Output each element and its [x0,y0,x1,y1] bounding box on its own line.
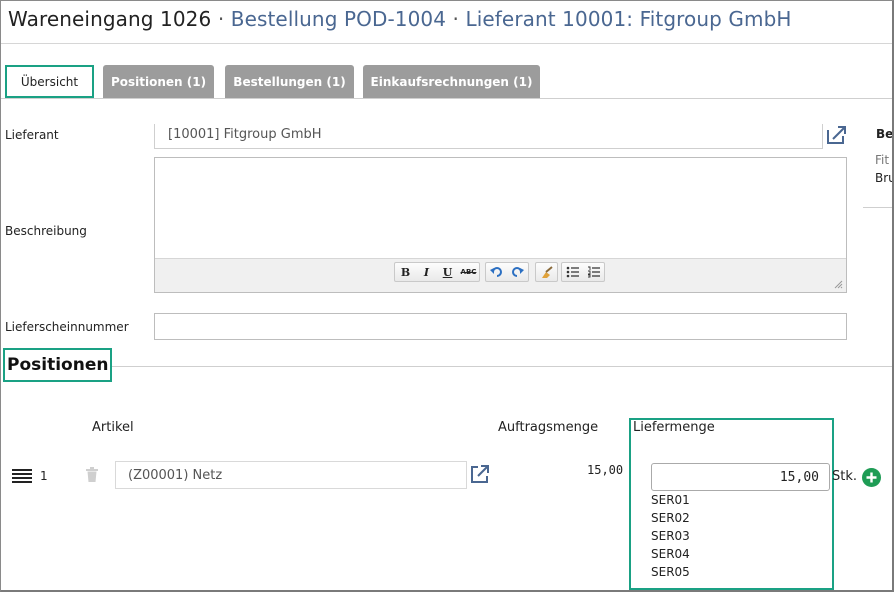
numbered-list-icon [587,266,600,278]
tab-positions[interactable]: Positionen (1) [103,65,214,98]
serial-number: SER01 [651,493,690,507]
side-panel-line: Bru [875,171,894,185]
section-divider [97,366,892,367]
redo-button[interactable] [507,263,528,281]
receipt-title: Wareneingang 1026 [8,7,212,31]
italic-button[interactable]: I [416,263,437,281]
column-header-order-quantity: Auftragsmenge [498,420,599,435]
article-field[interactable]: (Z00001) Netz [115,461,467,489]
eraser-icon [541,265,553,278]
undo-icon [490,267,502,277]
order-quantity: 15,00 [587,463,624,477]
description-label: Beschreibung [5,224,87,238]
delivery-note-input[interactable] [154,313,847,340]
header-divider [1,43,892,44]
format-group: B I U ABC [394,262,480,282]
column-header-delivery-quantity: Liefermenge [633,420,715,435]
editor-toolbar: B I U ABC [155,258,846,292]
side-panel-line: Fit [875,153,890,167]
tab-overview[interactable]: Übersicht [5,65,94,98]
undo-button[interactable] [486,263,507,281]
bullet-list-button[interactable] [562,263,583,281]
underline-button[interactable]: U [437,263,458,281]
delivery-quantity-input[interactable]: 15,00 [651,463,830,491]
order-link[interactable]: Bestellung POD-1004 [231,7,446,31]
unit-label: Stk. [832,469,858,484]
tab-orders[interactable]: Bestellungen (1) [225,65,354,98]
strikethrough-button[interactable]: ABC [458,263,479,281]
row-number: 1 [40,469,48,483]
clear-group [535,262,558,282]
delivery-note-label: Lieferscheinnummer [5,320,129,334]
serial-number: SER02 [651,511,690,525]
tab-purchase-invoices[interactable]: Einkaufsrechnungen (1) [363,65,540,98]
numbered-list-button[interactable] [583,263,604,281]
side-panel-divider [863,207,894,208]
history-group [485,262,529,282]
page-title: Wareneingang 1026 · Bestellung POD-1004 … [8,5,792,33]
description-text-area[interactable] [155,158,846,258]
title-separator: · [452,7,460,31]
serial-number: SER04 [651,547,690,561]
description-editor[interactable]: B I U ABC [154,157,847,293]
supplier-link[interactable]: Lieferant 10001: Fitgroup GmbH [465,7,791,31]
tabs-divider [1,98,892,99]
resize-grip-icon[interactable] [834,280,843,289]
title-separator: · [217,7,225,31]
drag-handle-icon[interactable] [12,469,32,483]
edit-icon[interactable] [825,125,847,145]
redo-icon [512,267,524,277]
bullet-list-icon [566,266,579,278]
serial-number: SER05 [651,565,690,579]
supplier-label: Lieferant [5,128,59,142]
clear-format-button[interactable] [536,263,557,281]
supplier-field[interactable]: [10001] Fitgroup GmbH [154,124,823,149]
add-icon[interactable] [862,468,881,487]
list-group [561,262,605,282]
bold-button[interactable]: B [395,263,416,281]
positions-heading: Positionen [3,348,113,382]
serial-number-list: SER01 SER02 SER03 SER04 SER05 [651,491,690,581]
side-panel-title: Be [876,127,894,141]
column-header-article: Artikel [92,420,134,435]
trash-icon[interactable] [85,467,99,483]
serial-number: SER03 [651,529,690,543]
open-link-icon[interactable] [469,464,490,485]
